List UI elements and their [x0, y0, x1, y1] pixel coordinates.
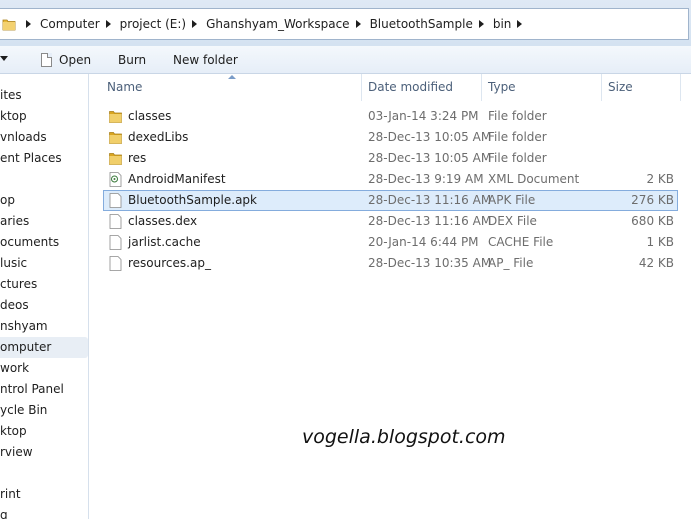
file-date: 28-Dec-13 9:19 AM [368, 172, 484, 186]
nav-item-libraries[interactable]: aries [0, 211, 88, 232]
file-size: 680 KB [631, 214, 674, 228]
nav-item-last[interactable]: g [0, 505, 88, 519]
nav-item-recycle-bin[interactable]: ycle Bin [0, 400, 88, 421]
file-date: 28-Dec-13 11:16 AM [368, 193, 492, 207]
file-icon [109, 214, 122, 229]
nav-item-documents[interactable]: ocuments [0, 232, 88, 253]
file-icon [109, 193, 122, 208]
file-date: 28-Dec-13 10:35 AM [368, 256, 492, 270]
navigation-pane: ites ktop vnloads ent Places op aries oc… [0, 74, 89, 519]
breadcrumb-workspace[interactable]: Ghanshyam_Workspace [206, 17, 349, 31]
chevron-right-icon[interactable] [478, 20, 484, 28]
open-button-label: Open [59, 52, 92, 67]
command-toolbar: Open Burn New folder [0, 46, 691, 74]
file-name: dexedLibs [128, 130, 189, 144]
file-type: XML Document [488, 172, 580, 186]
nav-item-videos[interactable]: deos [0, 295, 88, 316]
file-name: resources.ap_ [128, 256, 211, 270]
chevron-right-icon[interactable] [192, 20, 198, 28]
breadcrumb-bin[interactable]: bin [493, 17, 512, 31]
breadcrumb-computer[interactable]: Computer [40, 17, 100, 31]
file-date: 20-Jan-14 6:44 PM [368, 235, 479, 249]
file-type: CACHE File [488, 235, 554, 249]
column-header-date-modified[interactable]: Date modified [368, 74, 478, 101]
column-divider[interactable] [680, 74, 681, 101]
file-icon [109, 256, 122, 271]
file-row-jarlist-cache[interactable]: jarlist.cache 20-Jan-14 6:44 PM CACHE Fi… [103, 232, 678, 253]
xml-document-icon [109, 172, 122, 187]
file-row-res[interactable]: res 28-Dec-13 10:05 AM File folder [103, 148, 678, 169]
chevron-right-icon[interactable] [355, 20, 361, 28]
file-row-androidmanifest[interactable]: AndroidManifest 28-Dec-13 9:19 AM XML Do… [103, 169, 678, 190]
nav-item-print[interactable]: rint [0, 484, 88, 505]
nav-item-pictures[interactable]: ctures [0, 274, 88, 295]
file-type: APK File [488, 193, 536, 207]
document-icon [41, 52, 52, 67]
folder-icon [109, 132, 122, 144]
chevron-right-icon[interactable] [517, 20, 523, 28]
nav-item-favorites[interactable]: ites [0, 85, 88, 106]
new-folder-button-label: New folder [173, 52, 238, 67]
column-divider[interactable] [481, 74, 482, 101]
file-type: File folder [488, 130, 547, 144]
burn-button-label: Burn [118, 52, 147, 67]
nav-item-desktop-root[interactable]: op [0, 190, 88, 211]
column-header-size[interactable]: Size [608, 74, 678, 101]
file-size: 1 KB [646, 235, 674, 249]
nav-item-computer[interactable]: omputer [0, 337, 88, 358]
file-type: File folder [488, 151, 547, 165]
file-name: AndroidManifest [128, 172, 226, 186]
nav-item-desktop[interactable]: ktop [0, 106, 88, 127]
file-row-classes-dex[interactable]: classes.dex 28-Dec-13 11:16 AM DEX File … [103, 211, 678, 232]
folder-icon [2, 19, 16, 31]
nav-item-recent-places[interactable]: ent Places [0, 148, 88, 169]
file-size: 276 KB [631, 193, 674, 207]
nav-item-overview[interactable]: rview [0, 442, 88, 463]
chevron-right-icon[interactable] [26, 20, 31, 28]
file-date: 28-Dec-13 10:05 AM [368, 151, 492, 165]
nav-item-control-panel[interactable]: ntrol Panel [0, 379, 88, 400]
folder-icon [109, 153, 122, 165]
breadcrumb-project-drive[interactable]: project (E:) [120, 17, 186, 31]
file-date: 03-Jan-14 3:24 PM [368, 109, 479, 123]
address-bar-area: Computer project (E:) Ghanshyam_Workspac… [0, 0, 691, 46]
file-name: classes.dex [128, 214, 198, 228]
file-date: 28-Dec-13 11:16 AM [368, 214, 492, 228]
breadcrumb: Computer project (E:) Ghanshyam_Workspac… [20, 9, 531, 39]
nav-item-network[interactable]: work [0, 358, 88, 379]
column-header-name[interactable]: Name [107, 74, 357, 101]
nav-item-downloads[interactable]: vnloads [0, 127, 88, 148]
file-type: AP_ File [488, 256, 534, 270]
file-icon [109, 235, 122, 250]
file-row-resources-ap[interactable]: resources.ap_ 28-Dec-13 10:35 AM AP_ Fil… [103, 253, 678, 274]
address-bar[interactable]: Computer project (E:) Ghanshyam_Workspac… [0, 8, 689, 40]
file-row-dexedlibs[interactable]: dexedLibs 28-Dec-13 10:05 AM File folder [103, 127, 678, 148]
watermark-text: vogella.blogspot.com [302, 426, 506, 448]
organize-dropdown-icon[interactable] [0, 56, 8, 61]
file-date: 28-Dec-13 10:05 AM [368, 130, 492, 144]
nav-item-desktop-2[interactable]: ktop [0, 421, 88, 442]
file-name: res [128, 151, 147, 165]
file-row-bluetoothsample-apk[interactable]: BluetoothSample.apk 28-Dec-13 11:16 AM A… [103, 190, 678, 211]
file-name: jarlist.cache [128, 235, 201, 249]
file-size: 2 KB [646, 172, 674, 186]
column-divider[interactable] [361, 74, 362, 101]
file-type: DEX File [488, 214, 537, 228]
nav-item-user[interactable]: nshyam [0, 316, 88, 337]
file-name: classes [128, 109, 172, 123]
burn-button[interactable]: Burn [118, 46, 146, 73]
column-divider[interactable] [601, 74, 602, 101]
file-type: File folder [488, 109, 547, 123]
chevron-right-icon[interactable] [105, 20, 111, 28]
folder-icon [109, 111, 122, 123]
column-header-type[interactable]: Type [488, 74, 598, 101]
file-size: 42 KB [638, 256, 674, 270]
new-folder-button[interactable]: New folder [173, 46, 238, 73]
file-row-classes[interactable]: classes 03-Jan-14 3:24 PM File folder [103, 106, 678, 127]
open-button[interactable]: Open [41, 46, 91, 73]
nav-item-music[interactable]: lusic [0, 253, 88, 274]
file-name: BluetoothSample.apk [128, 193, 257, 207]
breadcrumb-bluetoothsample[interactable]: BluetoothSample [370, 17, 473, 31]
